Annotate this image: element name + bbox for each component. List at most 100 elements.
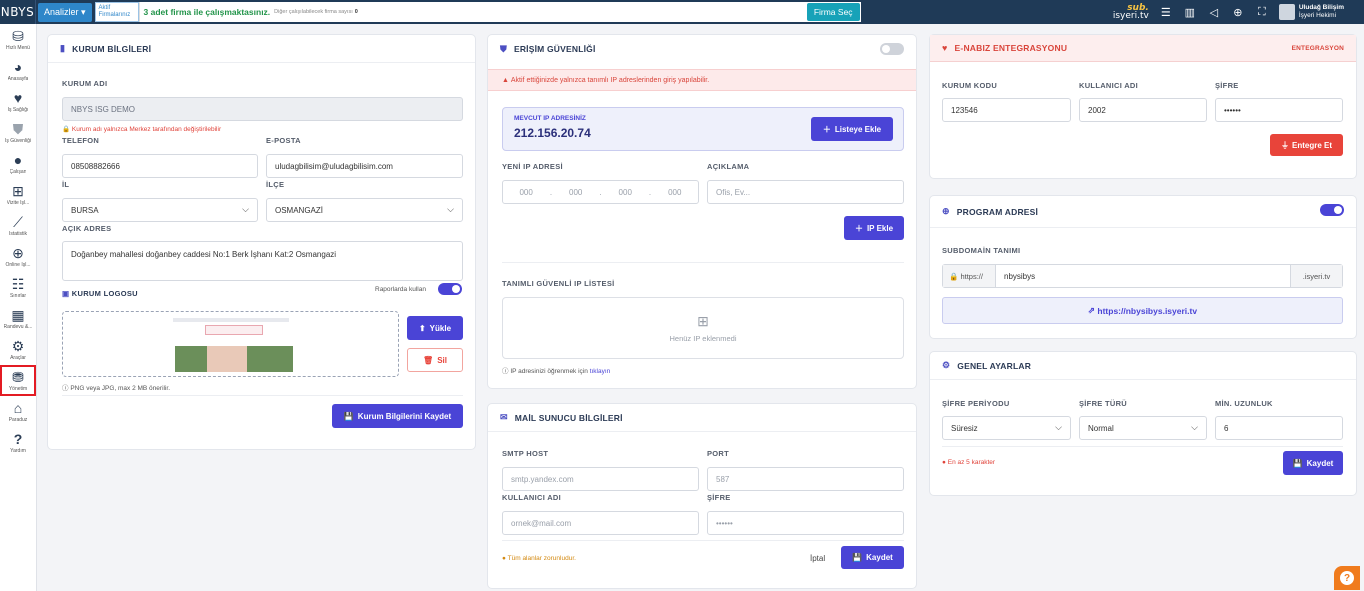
firma-sec-button[interactable]: Firma Seç <box>806 3 860 21</box>
checklist-icon[interactable]: ☰ <box>1159 5 1173 19</box>
upload-icon: ⬆ <box>418 323 426 333</box>
external-link-icon: ⇗ <box>1087 305 1096 315</box>
sidebar-item-yonetim[interactable]: ⛃ Yönetim <box>0 365 36 396</box>
ip-hint-link[interactable]: tıklayın <box>590 368 611 375</box>
raporlarda-kullan-toggle[interactable] <box>438 283 462 295</box>
port-label: PORT <box>707 449 730 458</box>
subdomain-label: SUBDOMAİN TANIMI <box>942 246 1021 255</box>
lock-icon: 🔒 <box>949 271 959 281</box>
mail-kaydet-button[interactable]: 💾 Kaydet <box>841 546 904 569</box>
analizler-button[interactable]: Analizler ▾ <box>38 2 92 22</box>
yeni-ip-label: YENİ IP ADRESİ <box>502 162 563 171</box>
sidebar-item-randevu[interactable]: ▦ Randevu &... <box>0 303 36 334</box>
mail-sifre-input[interactable]: •••••• <box>707 511 904 535</box>
fullscreen-icon[interactable]: ⛶ <box>1255 5 1269 19</box>
user-info: Uludağ Bilişim İşyeri Hekimi <box>1298 4 1344 19</box>
ip-hint: ⓘ IP adresinizi öğrenmek için tıklayın <box>502 368 611 375</box>
bank-icon: ⌂ <box>13 399 23 416</box>
il-select[interactable]: BURSA <box>62 198 258 222</box>
sidebar-item-online[interactable]: ⊕ Online İşl... <box>0 241 36 272</box>
megaphone-icon[interactable]: ◁ <box>1207 5 1221 19</box>
mail-zorunlu-note: ● Tüm alanlar zorunludur. <box>502 555 576 562</box>
sidebar-item-calisan[interactable]: ● Çalışan <box>0 148 36 179</box>
menu-icon: ⛁ <box>12 27 24 44</box>
help-float-button[interactable]: ? <box>1334 566 1360 590</box>
yukle-button[interactable]: ⬆ Yükle <box>407 316 463 340</box>
warning-icon: ▲ <box>502 76 509 84</box>
kurum-bilgileri-card: ▮ KURUM BİLGİLERİ KURUM ADI NBYS ISG DEMO… <box>47 34 476 450</box>
enabiz-kullanici-input[interactable]: 2002 <box>1079 98 1207 122</box>
warning-icon: ● <box>502 555 506 562</box>
info-icon: ⓘ <box>62 385 69 392</box>
sidebar-item-istatistik[interactable]: ⟋ İstatistik <box>0 210 36 241</box>
sidebar-item-anasayfa[interactable]: ◕ Anasayfa <box>0 55 36 86</box>
enabiz-sifre-input[interactable]: •••••• <box>1215 98 1343 122</box>
mail-sifre-label: ŞİFRE <box>707 493 731 502</box>
sidebar-item-paraduz[interactable]: ⌂ Paraduz <box>0 396 36 427</box>
eposta-label: E-POSTA <box>266 136 301 145</box>
globe-icon[interactable]: ⊕ <box>1231 5 1245 19</box>
iptal-button[interactable]: İptal <box>810 554 825 563</box>
sidebar-item-is-sagligi[interactable]: ♥ İş Sağlığı <box>0 86 36 117</box>
erisim-toggle[interactable] <box>880 43 904 55</box>
sidebar-item-yardim[interactable]: ? Yardım <box>0 427 36 458</box>
image-icon: ▣ <box>62 289 70 298</box>
sliders-icon: ☷ <box>11 275 25 292</box>
sidebar: ⛁ Hızlı Menü ◕ Anasayfa ♥ İş Sağlığı ⛊ İş Gü… <box>0 24 37 591</box>
erisim-alert: ▲ Aktif ettiğinizde yalnızca tanımlı IP … <box>488 69 916 91</box>
divider <box>942 446 1343 447</box>
sidebar-item-sinirlar[interactable]: ☷ Sınırlar <box>0 272 36 303</box>
subdomain-input[interactable]: nbysibys <box>996 272 1290 281</box>
kurum-logosu-label: ▣ KURUM LOGOSU <box>62 289 138 298</box>
mail-kullanici-input[interactable]: ornek@mail.com <box>502 511 699 535</box>
analizler-label: Analizler <box>44 7 79 17</box>
sidebar-item-hizli-menu[interactable]: ⛁ Hızlı Menü <box>0 24 36 55</box>
genel-header: ⚙ GENEL AYARLAR <box>930 352 1356 380</box>
sifre-periyodu-label: ŞİFRE PERİYODU <box>942 399 1010 408</box>
adres-textarea[interactable]: Doğanbey mahallesi doğanbey caddesi No:1… <box>62 241 463 281</box>
min-uzunluk-warning: ● En az 5 karakter <box>942 459 996 466</box>
avatar <box>1278 4 1295 20</box>
logo-dropzone[interactable] <box>62 311 399 377</box>
top-right-tools: sub. isyeri.tv ☰ ▥ ◁ ⊕ ⛶ Uludağ Bilişim İş… <box>1113 0 1344 24</box>
program-link[interactable]: ⇗ https://nbysibys.isyeri.tv <box>942 297 1343 324</box>
entegre-et-button[interactable]: ⏚ Entegre Et <box>1270 134 1343 156</box>
kurum-kaydet-button[interactable]: 💾 Kurum Bilgilerini Kaydet <box>332 404 463 428</box>
sifre-periyodu-select[interactable]: Süresiz <box>942 416 1071 440</box>
ip-liste-label: TANIMLI GÜVENLİ IP LİSTESİ <box>502 279 615 288</box>
smtp-input[interactable]: smtp.yandex.com <box>502 467 699 491</box>
program-toggle[interactable] <box>1320 204 1344 216</box>
ip-liste-empty: ⊞ Henüz IP eklenmedi <box>502 297 904 359</box>
question-icon: ? <box>13 430 23 447</box>
kurum-kodu-input[interactable]: 123546 <box>942 98 1071 122</box>
gear-icon: ⚙ <box>942 360 951 370</box>
min-uzunluk-input[interactable]: 6 <box>1215 416 1343 440</box>
ip-ekle-button[interactable]: ＋ IP Ekle <box>844 216 904 240</box>
user-menu[interactable]: Uludağ Bilişim İşyeri Hekimi <box>1278 4 1344 20</box>
genel-kaydet-button[interactable]: 💾 Kaydet <box>1283 451 1343 475</box>
sil-button[interactable]: 🗑 Sil <box>407 348 463 372</box>
error-icon: ● <box>942 459 946 466</box>
bar-chart-icon[interactable]: ▥ <box>1183 5 1197 19</box>
question-icon: ? <box>1340 571 1354 585</box>
sidebar-item-araclar[interactable]: ⚙ Araçlar <box>0 334 36 365</box>
port-input[interactable]: 587 <box>707 467 904 491</box>
sidebar-item-vizite[interactable]: ⊞ Vizite İşl... <box>0 179 36 210</box>
cubes-icon: ⛃ <box>12 368 24 385</box>
user-icon: ● <box>13 151 23 168</box>
mail-sunucu-card: ✉ MAİL SUNUCU BİLGİLERİ SMTP HOST smtp.ya… <box>487 403 917 589</box>
yeni-ip-input[interactable]: 000. 000. 000. 000 <box>502 180 699 204</box>
globe-icon: ⊕ <box>942 206 950 216</box>
sidebar-item-is-guvenligi[interactable]: ⛊ İş Güvenliği <box>0 117 36 148</box>
eposta-input[interactable]: uludagbilisim@uludagbilisim.com <box>266 154 463 178</box>
entegrasyon-badge: ENTEGRASYON <box>1291 44 1344 52</box>
aciklama-input[interactable]: Ofis, Ev... <box>707 180 904 204</box>
program-header: ⊕ PROGRAM ADRESİ <box>930 196 1356 228</box>
mail-kullanici-label: KULLANICI ADI <box>502 493 562 502</box>
sifre-turu-select[interactable]: Normal <box>1079 416 1207 440</box>
telefon-input[interactable]: 08508882666 <box>62 154 258 178</box>
ilce-select[interactable]: OSMANGAZİ <box>266 198 463 222</box>
listeye-ekle-button[interactable]: ＋ Listeye Ekle <box>811 117 893 141</box>
app-logo[interactable]: NBYS <box>0 0 36 24</box>
shield-icon: ⛊ <box>500 43 507 54</box>
